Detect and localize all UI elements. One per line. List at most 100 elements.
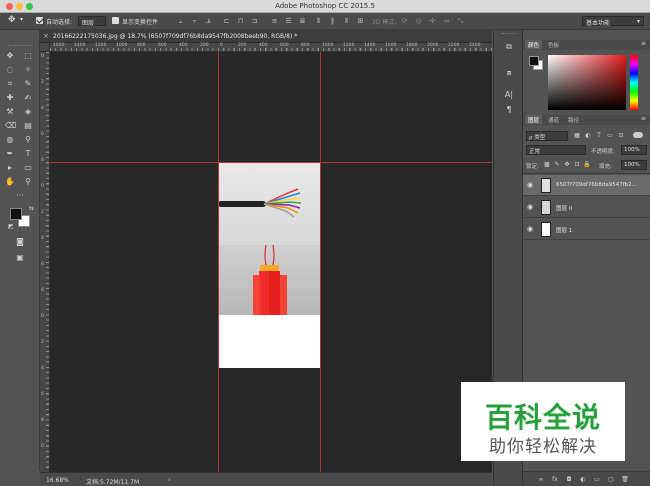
link-layers-icon[interactable]: ∞: [537, 476, 545, 484]
layer-row[interactable]: ◉ 图层 0: [523, 197, 650, 218]
delete-layer-icon[interactable]: 🗑: [621, 476, 629, 484]
distribute-top-icon[interactable]: ≡: [270, 17, 279, 25]
close-tab-icon[interactable]: ×: [43, 32, 49, 40]
distribute-hcenter-icon[interactable]: ∥: [328, 17, 337, 25]
tab-channels[interactable]: 通道: [545, 115, 562, 124]
layer-style-icon[interactable]: fx: [551, 476, 559, 484]
layer-row[interactable]: ◉ 6507f709df76b8da9547fb2...: [523, 175, 650, 196]
align-left-icon[interactable]: ⊏: [222, 17, 231, 25]
filter-toggle[interactable]: [633, 132, 643, 138]
visibility-eye-icon[interactable]: ◉: [527, 203, 535, 211]
foreground-color-swatch[interactable]: [10, 208, 22, 220]
eraser-tool-icon[interactable]: ⌫: [5, 121, 16, 131]
tab-color[interactable]: 颜色: [525, 40, 543, 49]
blur-tool-icon[interactable]: ◍: [5, 135, 15, 145]
layer-name[interactable]: 6507f709df76b8da9547fb2...: [556, 182, 637, 188]
shape-tool-icon[interactable]: ▭: [23, 163, 33, 173]
guide-vertical[interactable]: [320, 52, 321, 472]
layer-row[interactable]: ◉ 图层 1: [523, 219, 650, 240]
horizontal-ruler[interactable]: 1600 1400 1200 1000 800 600 400 200 0 20…: [50, 43, 492, 52]
move-tool-icon[interactable]: ✥: [8, 15, 16, 25]
distribute-bottom-icon[interactable]: ≣: [298, 17, 307, 25]
clone-stamp-tool-icon[interactable]: ⚒: [5, 107, 15, 117]
move-tool-icon[interactable]: ✥: [5, 51, 15, 61]
lasso-tool-icon[interactable]: ◌: [5, 65, 15, 75]
guide-vertical[interactable]: [218, 52, 219, 472]
hand-tool-icon[interactable]: ✋: [5, 177, 15, 187]
align-vcenter-icon[interactable]: ⫟: [190, 17, 199, 25]
toolbox-grip[interactable]: [8, 45, 32, 47]
hue-slider[interactable]: [630, 55, 638, 110]
filter-shape-icon[interactable]: ▭: [606, 132, 614, 140]
type-tool-icon[interactable]: T: [23, 149, 33, 159]
dodge-tool-icon[interactable]: ⚲: [23, 135, 33, 145]
align-right-icon[interactable]: ⊐: [250, 17, 259, 25]
filter-adjustment-icon[interactable]: ◐: [584, 132, 592, 140]
swap-colors-icon[interactable]: ⇆: [29, 205, 34, 212]
more-tools-icon[interactable]: ···: [10, 191, 30, 201]
character-panel-icon[interactable]: A|: [504, 90, 514, 100]
paragraph-panel-icon[interactable]: ¶: [504, 105, 514, 115]
layer-name[interactable]: 图层 1: [556, 226, 572, 234]
zoom-level[interactable]: 16.68%: [46, 477, 69, 484]
3d-rotate-icon[interactable]: ⟳: [400, 17, 409, 25]
blend-mode-dropdown[interactable]: 正常: [526, 145, 586, 155]
auto-select-checkbox[interactable]: [36, 17, 43, 24]
show-transform-checkbox[interactable]: [112, 17, 119, 24]
history-brush-tool-icon[interactable]: ◈: [23, 107, 33, 117]
marquee-tool-icon[interactable]: ⬚: [23, 51, 33, 61]
quick-mask-icon[interactable]: ◙: [15, 237, 25, 247]
3d-roll-icon[interactable]: ◎: [414, 17, 423, 25]
lock-artboard-icon[interactable]: ⊡: [573, 161, 581, 169]
lock-all-icon[interactable]: 🔒: [583, 161, 591, 169]
layers-menu-icon[interactable]: ≡: [641, 115, 646, 122]
adjustment-layer-icon[interactable]: ◐: [579, 476, 587, 484]
color-spectrum-field[interactable]: [548, 55, 626, 110]
layer-name[interactable]: 图层 0: [556, 204, 572, 212]
auto-select-dropdown[interactable]: 图层: [78, 16, 106, 27]
wire-photo[interactable]: [218, 163, 321, 245]
align-hcenter-icon[interactable]: ⊓: [236, 17, 245, 25]
distribute-right-icon[interactable]: ⫴: [342, 17, 351, 25]
color-fg-swatch[interactable]: [529, 56, 539, 66]
blank-layer[interactable]: [218, 315, 321, 368]
strip-grip[interactable]: [502, 33, 516, 35]
align-top-icon[interactable]: ⫠: [176, 17, 185, 25]
align-bottom-icon[interactable]: ⫡: [204, 17, 213, 25]
eyedropper-tool-icon[interactable]: ✎: [23, 79, 33, 89]
new-layer-icon[interactable]: ▢: [607, 476, 615, 484]
new-group-icon[interactable]: ▭: [593, 476, 601, 484]
crop-tool-icon[interactable]: ⌗: [5, 79, 15, 89]
panel-menu-icon[interactable]: ≡: [641, 40, 646, 47]
tool-preset-chevron-icon[interactable]: ▾: [20, 16, 23, 23]
3d-pan-icon[interactable]: ✣: [428, 17, 437, 25]
lock-pixels-icon[interactable]: ✎: [553, 161, 561, 169]
lock-position-icon[interactable]: ✥: [563, 161, 571, 169]
document-canvas[interactable]: [50, 52, 492, 472]
zoom-tool-icon[interactable]: ⚲: [23, 177, 33, 187]
tab-layers[interactable]: 图层: [525, 115, 543, 124]
filter-smart-object-icon[interactable]: ⊡: [617, 132, 625, 140]
status-menu-arrow-icon[interactable]: ›: [168, 476, 171, 484]
layer-filter-dropdown[interactable]: ρ 类型: [526, 131, 568, 141]
brush-tool-icon[interactable]: ✍: [23, 93, 33, 103]
document-tab-title[interactable]: 20166222175036.jpg @ 18.7% (6507f709df76…: [53, 33, 297, 40]
magic-wand-tool-icon[interactable]: ✧: [23, 65, 33, 75]
properties-panel-icon[interactable]: ⧈: [504, 68, 514, 78]
tassel-photo[interactable]: [218, 245, 321, 315]
pen-tool-icon[interactable]: ✒: [5, 149, 15, 159]
visibility-eye-icon[interactable]: ◉: [527, 181, 535, 189]
lock-transparent-icon[interactable]: ▩: [543, 161, 551, 169]
add-mask-icon[interactable]: ◘: [565, 476, 573, 484]
tab-swatches[interactable]: 色板: [545, 40, 562, 49]
visibility-eye-icon[interactable]: ◉: [527, 225, 535, 233]
distribute-vcenter-icon[interactable]: ☰: [284, 17, 293, 25]
vertical-ruler[interactable]: 0 2 4 6 8 0 2 4 6 8 0 2 4 6 8 0: [40, 52, 50, 472]
gradient-tool-icon[interactable]: ▤: [23, 121, 33, 131]
path-selection-tool-icon[interactable]: ▸: [5, 163, 15, 173]
workspace-dropdown[interactable]: 基本功能 ▾: [582, 16, 644, 27]
filter-pixel-icon[interactable]: ▦: [573, 132, 581, 140]
3d-scale-icon[interactable]: ⤡: [456, 17, 465, 25]
fill-field[interactable]: 100%: [621, 160, 647, 170]
screen-mode-icon[interactable]: ▣: [15, 253, 25, 263]
